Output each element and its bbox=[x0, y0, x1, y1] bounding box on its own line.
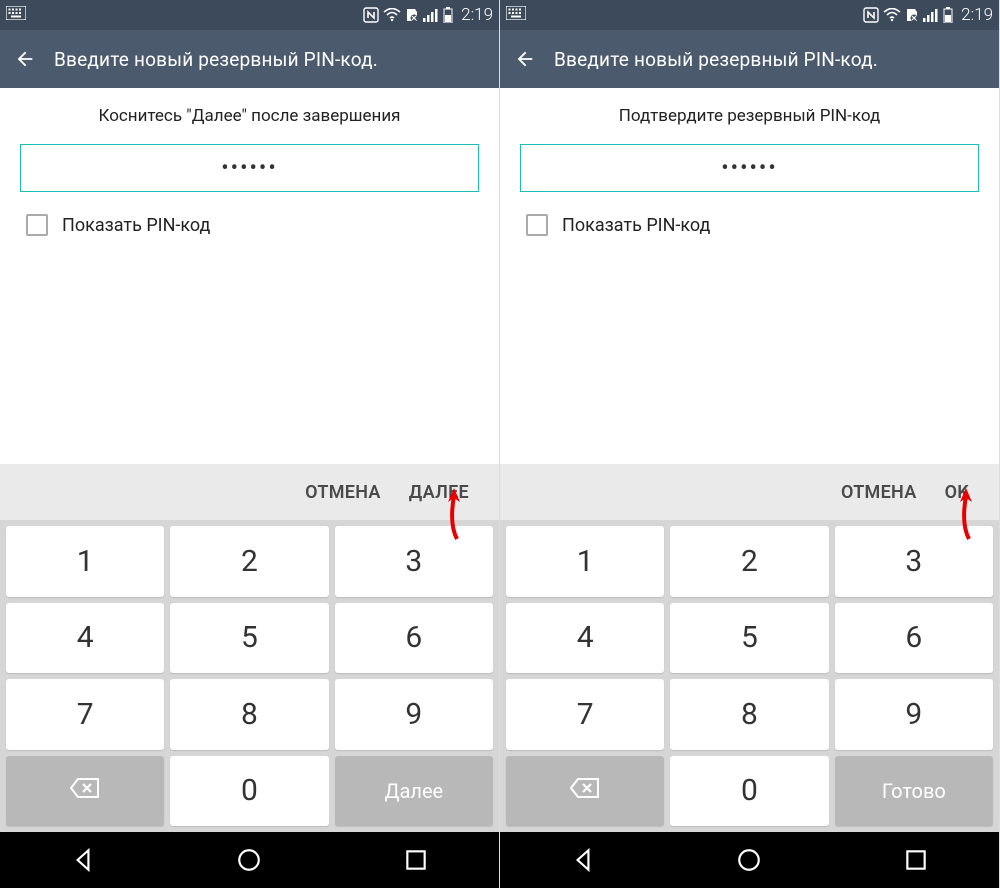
key-8[interactable]: 8 bbox=[670, 679, 828, 750]
key-8[interactable]: 8 bbox=[170, 679, 328, 750]
key-3[interactable]: 3 bbox=[835, 526, 993, 597]
signal-icon bbox=[923, 8, 939, 22]
show-pin-checkbox[interactable] bbox=[526, 214, 548, 236]
phone-screen-left: 2:19 Введите новый резервный PIN-код. Ко… bbox=[0, 0, 500, 888]
key-0[interactable]: 0 bbox=[170, 756, 328, 827]
nfc-icon bbox=[863, 7, 879, 23]
keyboard-icon bbox=[506, 6, 526, 24]
no-sim-icon bbox=[405, 7, 419, 23]
nav-recent-icon[interactable] bbox=[903, 847, 929, 873]
nfc-icon bbox=[363, 7, 379, 23]
key-5[interactable]: 5 bbox=[670, 603, 828, 674]
nav-back-icon[interactable] bbox=[570, 847, 596, 873]
key-6[interactable]: 6 bbox=[335, 603, 493, 674]
done-key[interactable]: Готово bbox=[835, 756, 993, 827]
backspace-key[interactable] bbox=[506, 756, 664, 827]
done-key[interactable]: Далее bbox=[335, 756, 493, 827]
nav-bar bbox=[500, 832, 999, 888]
key-7[interactable]: 7 bbox=[6, 679, 164, 750]
key-4[interactable]: 4 bbox=[6, 603, 164, 674]
content-area: Коснитесь "Далее" после завершения •••••… bbox=[0, 88, 499, 464]
pin-input[interactable]: •••••• bbox=[520, 144, 979, 192]
key-1[interactable]: 1 bbox=[6, 526, 164, 597]
show-pin-row[interactable]: Показать PIN-код bbox=[520, 210, 979, 240]
wifi-icon bbox=[883, 8, 901, 22]
next-button[interactable]: ДАЛЕЕ bbox=[409, 482, 469, 503]
key-3[interactable]: 3 bbox=[335, 526, 493, 597]
show-pin-label: Показать PIN-код bbox=[62, 215, 210, 236]
status-bar: 2:19 bbox=[500, 0, 999, 30]
signal-icon bbox=[423, 8, 439, 22]
battery-icon bbox=[443, 7, 453, 23]
battery-icon bbox=[943, 7, 953, 23]
back-arrow-icon[interactable] bbox=[14, 48, 36, 70]
keyboard-icon bbox=[6, 6, 26, 24]
back-arrow-icon[interactable] bbox=[514, 48, 536, 70]
key-1[interactable]: 1 bbox=[506, 526, 664, 597]
app-header: Введите новый резервный PIN-код. bbox=[500, 30, 999, 88]
status-bar: 2:19 bbox=[0, 0, 499, 30]
key-6[interactable]: 6 bbox=[835, 603, 993, 674]
key-9[interactable]: 9 bbox=[835, 679, 993, 750]
instruction-text: Коснитесь "Далее" после завершения bbox=[20, 106, 479, 126]
nav-home-icon[interactable] bbox=[736, 847, 762, 873]
instruction-text: Подтвердите резервный PIN-код bbox=[520, 106, 979, 126]
key-2[interactable]: 2 bbox=[170, 526, 328, 597]
nav-back-icon[interactable] bbox=[70, 847, 96, 873]
numeric-keypad: 1 2 3 4 5 6 7 8 9 0 Готово bbox=[500, 520, 999, 832]
page-title: Введите новый резервный PIN-код. bbox=[554, 48, 878, 71]
show-pin-row[interactable]: Показать PIN-код bbox=[20, 210, 479, 240]
nav-home-icon[interactable] bbox=[236, 847, 262, 873]
wifi-icon bbox=[383, 8, 401, 22]
show-pin-checkbox[interactable] bbox=[26, 214, 48, 236]
action-row: ОТМЕНА OK bbox=[500, 464, 999, 520]
key-2[interactable]: 2 bbox=[670, 526, 828, 597]
app-header: Введите новый резервный PIN-код. bbox=[0, 30, 499, 88]
status-time: 2:19 bbox=[461, 5, 493, 25]
ok-button[interactable]: OK bbox=[945, 482, 969, 503]
show-pin-label: Показать PIN-код bbox=[562, 215, 710, 236]
key-5[interactable]: 5 bbox=[170, 603, 328, 674]
key-4[interactable]: 4 bbox=[506, 603, 664, 674]
cancel-button[interactable]: ОТМЕНА bbox=[841, 482, 917, 503]
action-row: ОТМЕНА ДАЛЕЕ bbox=[0, 464, 499, 520]
pin-input[interactable]: •••••• bbox=[20, 144, 479, 192]
cancel-button[interactable]: ОТМЕНА bbox=[305, 482, 381, 503]
numeric-keypad: 1 2 3 4 5 6 7 8 9 0 Далее bbox=[0, 520, 499, 832]
key-0[interactable]: 0 bbox=[670, 756, 828, 827]
key-9[interactable]: 9 bbox=[335, 679, 493, 750]
key-7[interactable]: 7 bbox=[506, 679, 664, 750]
no-sim-icon bbox=[905, 7, 919, 23]
backspace-icon bbox=[570, 777, 600, 804]
phone-screen-right: 2:19 Введите новый резервный PIN-код. По… bbox=[500, 0, 1000, 888]
content-area: Подтвердите резервный PIN-код •••••• Пок… bbox=[500, 88, 999, 464]
nav-recent-icon[interactable] bbox=[403, 847, 429, 873]
page-title: Введите новый резервный PIN-код. bbox=[54, 48, 378, 71]
backspace-icon bbox=[70, 777, 100, 804]
status-time: 2:19 bbox=[961, 5, 993, 25]
backspace-key[interactable] bbox=[6, 756, 164, 827]
nav-bar bbox=[0, 832, 499, 888]
